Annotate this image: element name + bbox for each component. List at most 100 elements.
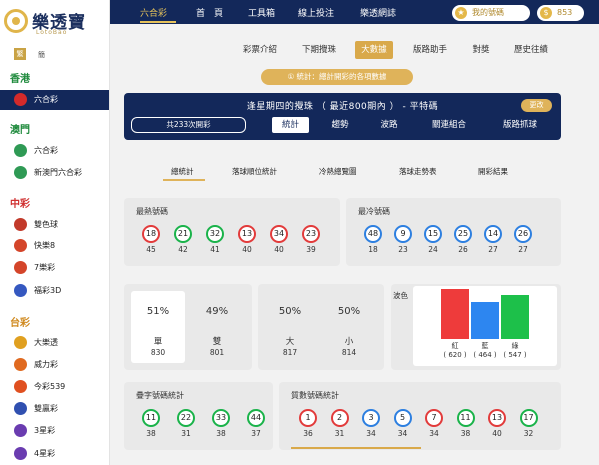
ball-count: 40 xyxy=(492,429,502,438)
sidebar-item-7lotto[interactable]: 7樂彩 xyxy=(0,258,109,278)
tab-intro[interactable]: 彩票介紹 xyxy=(238,41,282,59)
sidebar-item-label: 今彩539 xyxy=(34,382,66,391)
bar-area xyxy=(413,286,557,339)
ball-count: 34 xyxy=(366,429,376,438)
ball-count: 32 xyxy=(523,429,534,438)
bar-value: ( 464 ) xyxy=(473,351,497,359)
number-ball: 15 xyxy=(424,225,442,243)
sidebar-item-big-lotto[interactable]: 大樂透 xyxy=(0,333,109,353)
change-button[interactable]: 更改 xyxy=(521,99,552,112)
number-ball: 34 xyxy=(270,225,288,243)
even-percent: 49% xyxy=(205,306,229,317)
ball-count: 38 xyxy=(460,429,471,438)
sidebar-item-3star[interactable]: 3星彩 xyxy=(0,421,109,441)
macau-flag-icon xyxy=(14,144,27,157)
lottery-icon xyxy=(14,424,27,437)
brand-sub: LotoBao xyxy=(36,29,68,36)
ball-count: 24 xyxy=(428,245,438,254)
ball-count: 31 xyxy=(334,429,345,438)
tab-next-draw[interactable]: 下期攪珠 xyxy=(297,41,341,59)
number-ball: 25 xyxy=(454,225,472,243)
big-count: 817 xyxy=(282,348,298,357)
banner-tab-stats[interactable]: 統計 xyxy=(272,117,309,133)
stat-tab-results[interactable]: 開彩結果 xyxy=(478,166,508,177)
coins-button[interactable]: $ 853 xyxy=(537,5,584,21)
number-ball: 32 xyxy=(206,225,224,243)
hot-numbers-title: 最熱號碼 xyxy=(136,207,168,216)
lottery-icon xyxy=(14,402,27,415)
sidebar-item-hk-marksix[interactable]: 六合彩 xyxy=(0,90,109,110)
number-ball: 11 xyxy=(142,409,160,427)
stat-tab-hotcold[interactable]: 冷熱總覽圖 xyxy=(319,166,357,177)
sidebar-item-double-color[interactable]: 雙色球 xyxy=(0,215,109,235)
number-ball: 7 xyxy=(425,409,443,427)
tab-pattern-helper[interactable]: 版路助手 xyxy=(408,41,452,59)
sidebar-item-macau-marksix[interactable]: 六合彩 xyxy=(0,141,109,161)
banner-tab-pattern[interactable]: 版路抓球 xyxy=(492,117,548,133)
sidebar-item-label: 六合彩 xyxy=(34,146,58,155)
sidebar-item-fc3d[interactable]: 福彩3D xyxy=(0,281,109,301)
double-digit-panel: 疊字號碼統計 11 38 22 31 33 38 44 37 xyxy=(124,382,273,450)
banner-tab-combo[interactable]: 關連組合 xyxy=(421,117,477,133)
sidebar-item-label: 快樂8 xyxy=(34,241,56,250)
prime-scrollbar[interactable] xyxy=(291,447,421,449)
nav-blog[interactable]: 樂透網誌 xyxy=(360,6,396,19)
ball-count: 27 xyxy=(518,245,528,254)
stat-tab-overall[interactable]: 總統計 xyxy=(171,166,194,177)
nav-home[interactable]: 首 頁 xyxy=(196,6,223,19)
banner-tab-wave[interactable]: 波路 xyxy=(371,117,407,133)
lang-traditional-button[interactable]: 繁 xyxy=(14,48,26,60)
big-card: 50% 大 817 xyxy=(263,291,317,363)
region-macau: 澳門 xyxy=(10,125,30,136)
app-root: 樂透寶 LotoBao 繁 簡 香港 六合彩 澳門 六合彩 新澳門六合彩 中彩 … xyxy=(0,0,599,465)
color-bar-1 xyxy=(471,302,499,339)
color-bar-label-0: 紅( 620 ) xyxy=(440,342,470,360)
lottery-icon xyxy=(14,218,27,231)
my-number-label: 我的號碼 xyxy=(472,8,504,17)
color-chart: 紅( 620 ) 藍( 464 ) 綠( 547 ) xyxy=(413,286,557,366)
ball-count: 39 xyxy=(306,245,316,254)
sidebar-item-4star[interactable]: 4星彩 xyxy=(0,444,109,464)
small-label: 小 xyxy=(344,337,354,347)
lang-simplified-button[interactable]: 簡 xyxy=(38,50,45,60)
color-bar-0 xyxy=(441,289,469,339)
ball-count: 36 xyxy=(303,429,313,438)
logo[interactable]: 樂透寶 LotoBao xyxy=(4,6,104,40)
my-number-button[interactable]: ★ 我的號碼 xyxy=(452,5,530,21)
stat-tab-position[interactable]: 落球順位統計 xyxy=(232,166,277,177)
tab-history[interactable]: 歷史往績 xyxy=(509,41,553,59)
color-label: 波色 xyxy=(393,291,408,300)
nav-marksix[interactable]: 六合彩 xyxy=(140,6,167,19)
nav-online-bet[interactable]: 線上投注 xyxy=(298,6,334,19)
sidebar-item-happy8[interactable]: 快樂8 xyxy=(0,236,109,256)
ball-count: 31 xyxy=(181,429,191,438)
sidebar-item-new-macau-marksix[interactable]: 新澳門六合彩 xyxy=(0,163,109,183)
sidebar-item-label: 7樂彩 xyxy=(34,263,56,272)
bar-value: ( 547 ) xyxy=(503,351,527,359)
number-ball: 2 xyxy=(330,409,349,427)
tab-big-data[interactable]: 大數據 xyxy=(355,41,393,59)
region-china: 中彩 xyxy=(10,199,30,210)
sidebar-item-label: 大樂透 xyxy=(34,338,58,347)
odd-percent: 51% xyxy=(146,306,170,317)
lottery-icon xyxy=(14,336,27,349)
sidebar-item-539[interactable]: 今彩539 xyxy=(0,377,109,397)
tab-check-prize[interactable]: 對獎 xyxy=(466,41,496,59)
macau-flag-icon xyxy=(14,166,27,179)
top-nav: 六合彩 首 頁 工具箱 線上投注 樂透網誌 ★ 我的號碼 $ 853 xyxy=(110,0,599,24)
stat-tab-trend[interactable]: 落球走勢表 xyxy=(399,166,437,177)
banner-tab-trend[interactable]: 趨勢 xyxy=(322,117,358,133)
lottery-icon xyxy=(14,284,27,297)
even-card: 49% 雙 801 xyxy=(190,291,244,363)
even-label: 雙 xyxy=(212,337,222,347)
small-count: 814 xyxy=(341,348,357,357)
big-label: 大 xyxy=(285,337,295,347)
sidebar-item-double-win[interactable]: 雙贏彩 xyxy=(0,399,109,419)
number-ball: 9 xyxy=(394,225,412,243)
nav-toolbox[interactable]: 工具箱 xyxy=(248,6,275,19)
ball-count: 38 xyxy=(216,429,226,438)
number-ball: 44 xyxy=(247,409,265,427)
sidebar-item-power-lotto[interactable]: 威力彩 xyxy=(0,355,109,375)
nav-active-underline xyxy=(140,21,176,23)
ball-count: 34 xyxy=(429,429,439,438)
